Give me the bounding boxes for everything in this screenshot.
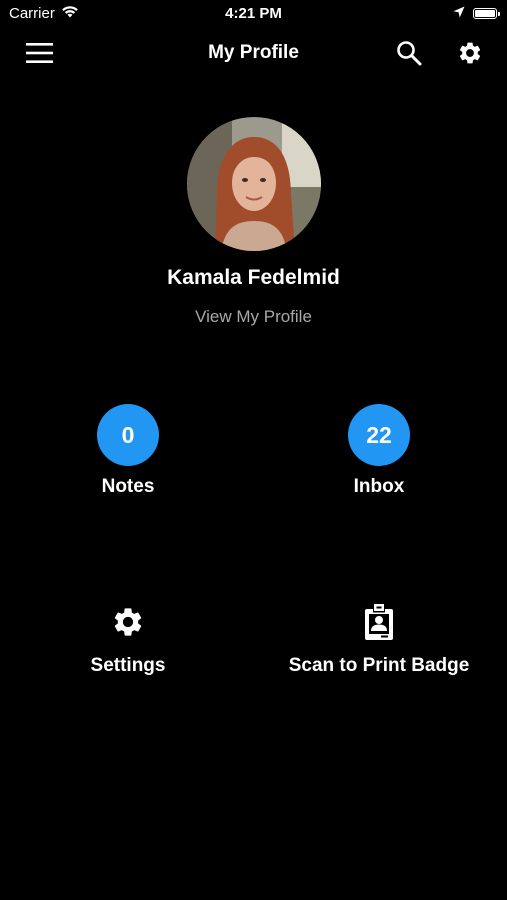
- inbox-count-badge: 22: [348, 404, 410, 466]
- search-icon: [397, 41, 422, 66]
- profile-photo: [187, 117, 321, 251]
- status-bar: Carrier 4:21 PM: [0, 0, 507, 28]
- nav-bar: My Profile: [0, 28, 507, 78]
- inbox-label: Inbox: [353, 476, 405, 497]
- gear-icon: [114, 608, 142, 636]
- search-button[interactable]: [394, 38, 424, 68]
- view-profile-link[interactable]: View My Profile: [0, 307, 507, 327]
- profile-name: Kamala Fedelmid: [167, 266, 340, 289]
- scan-to-print-badge-action[interactable]: Scan to Print Badge: [259, 604, 499, 677]
- battery-icon: [473, 8, 500, 19]
- settings-action[interactable]: Settings: [8, 604, 248, 677]
- notes-counter[interactable]: 0 Notes: [28, 404, 228, 498]
- inbox-counter[interactable]: 22 Inbox: [279, 404, 479, 498]
- avatar[interactable]: [187, 117, 321, 251]
- status-right: [453, 5, 500, 22]
- badge-icon: [365, 604, 393, 640]
- notes-label: Notes: [101, 476, 155, 497]
- settings-button[interactable]: [455, 38, 485, 68]
- settings-label: Settings: [90, 655, 166, 676]
- gear-icon: [459, 42, 481, 64]
- location-arrow-icon: [453, 5, 465, 22]
- page-title: My Profile: [208, 42, 299, 63]
- notes-count-badge: 0: [97, 404, 159, 466]
- my-profile-screen: Carrier 4:21 PM My Profile Kamala Fedelm…: [0, 0, 507, 900]
- badge-icon-wrap: [259, 604, 499, 640]
- scan-to-print-badge-label: Scan to Print Badge: [288, 655, 470, 676]
- status-time: 4:21 PM: [225, 5, 282, 22]
- settings-gear-icon-wrap: [8, 604, 248, 640]
